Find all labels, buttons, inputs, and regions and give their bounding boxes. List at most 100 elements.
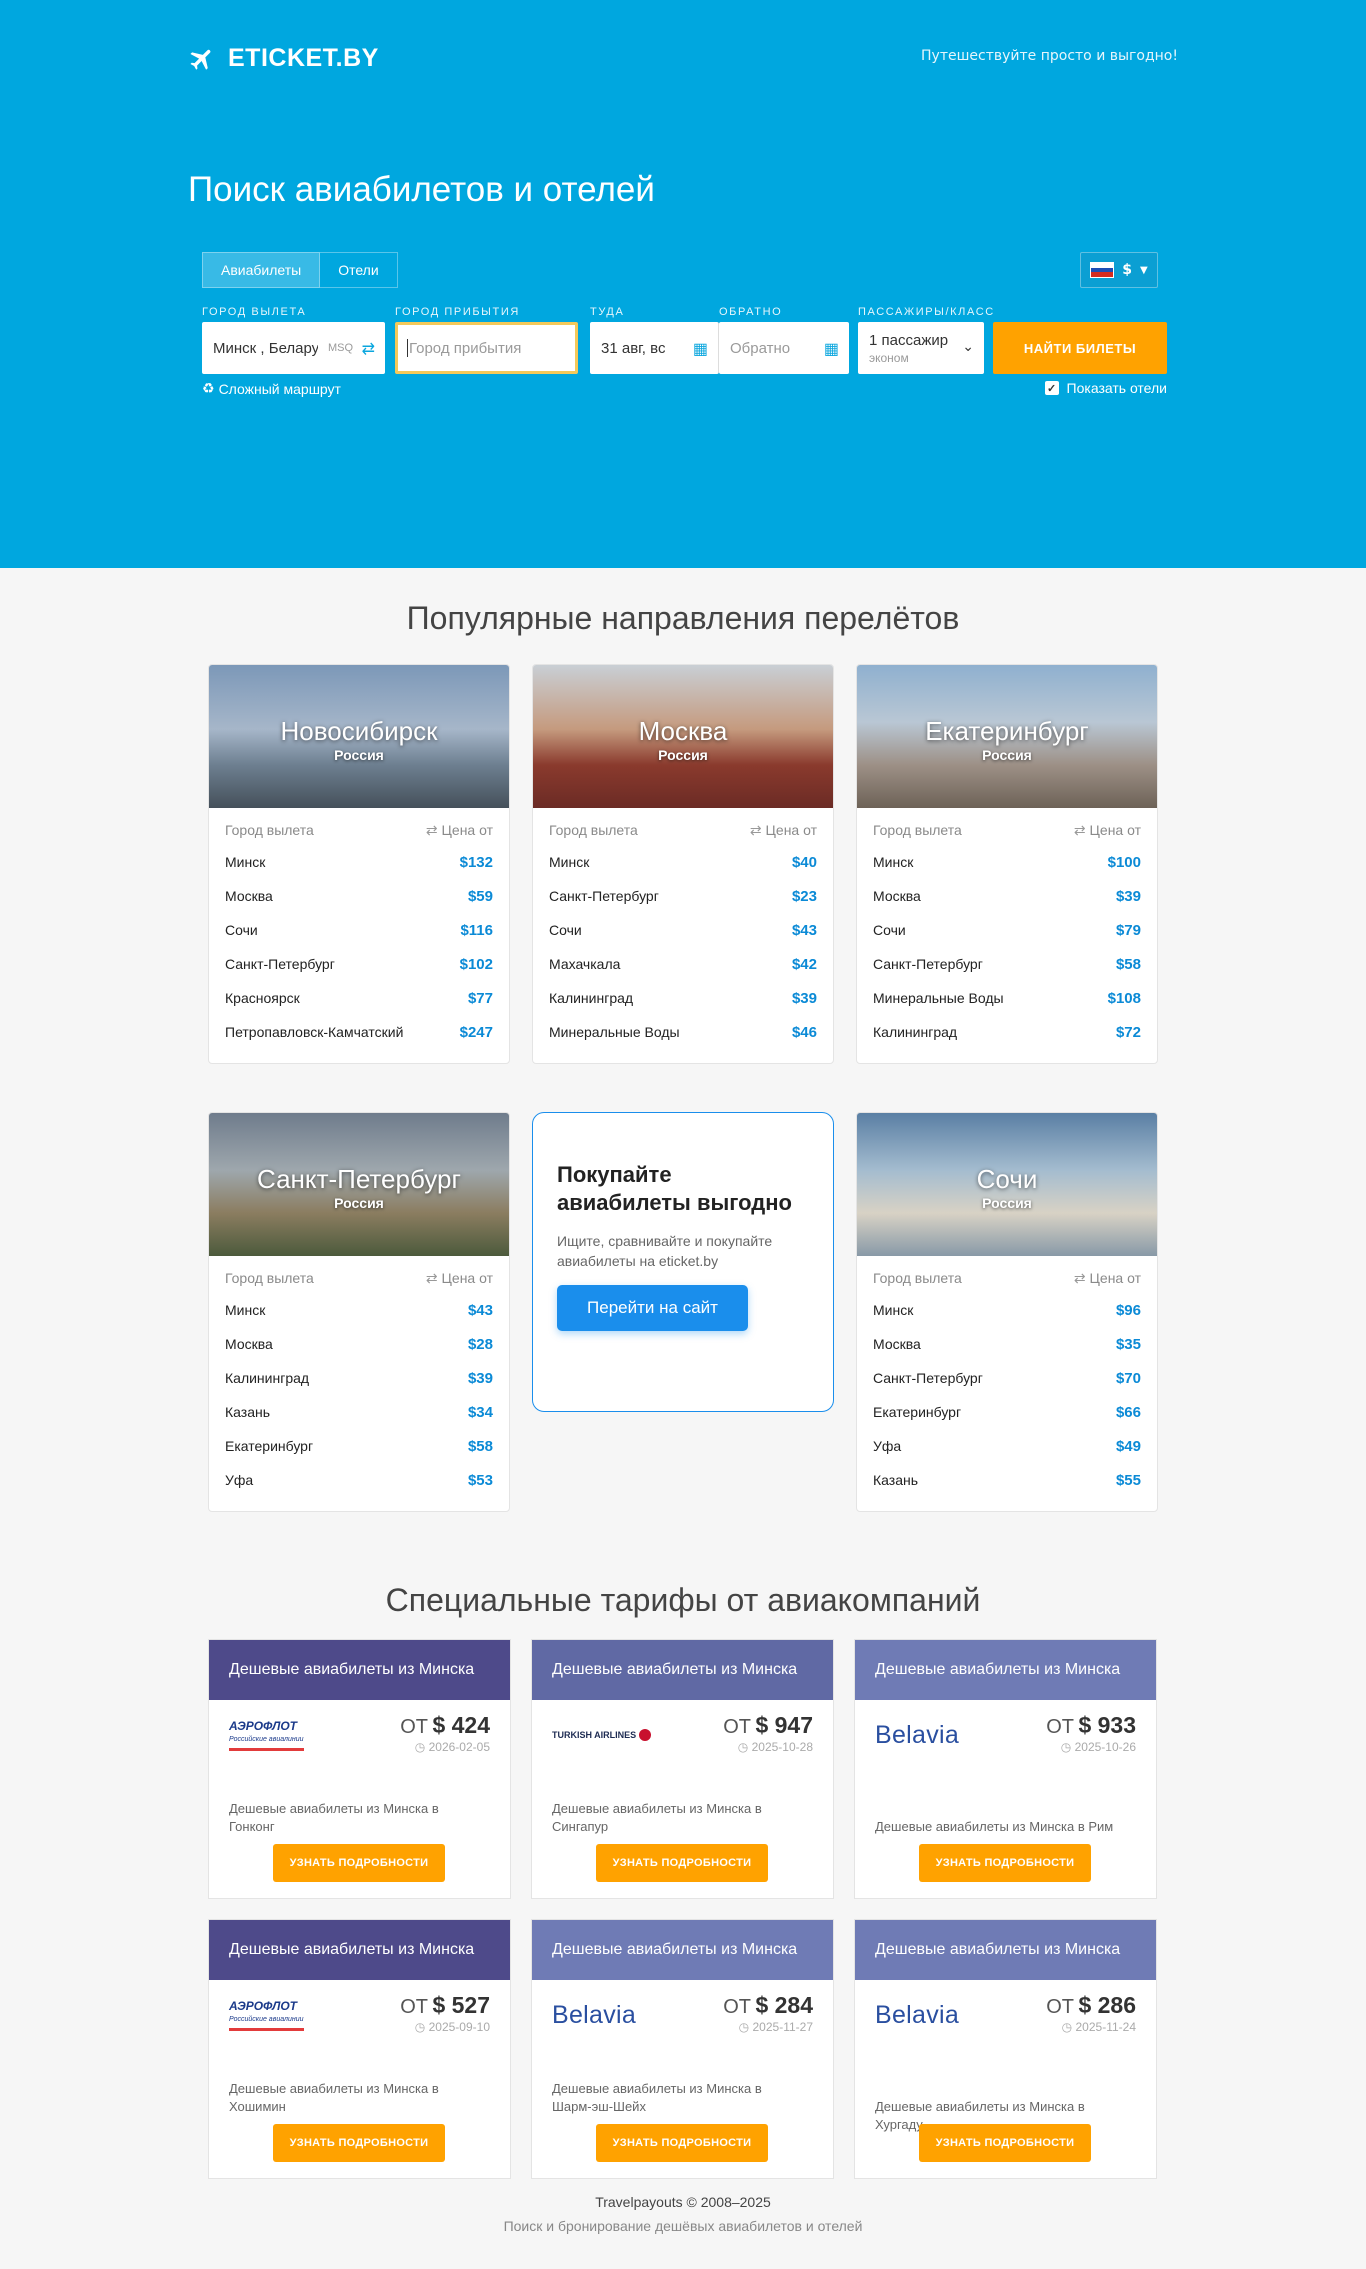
- tariff-card[interactable]: Дешевые авиабилеты из Минска Belavia ОТ …: [531, 1919, 834, 2179]
- details-button[interactable]: УЗНАТЬ ПОДРОБНОСТИ: [273, 1844, 445, 1882]
- route-price: $42: [791, 955, 817, 973]
- tab-flights[interactable]: Авиабилеты: [202, 252, 321, 288]
- destination-card[interactable]: Москва Россия Город вылета ⇄ Цена от Минс…: [532, 664, 834, 1064]
- price-from: ОТ: [1046, 1996, 1074, 2018]
- tariff-date: ◷ 2025-11-24: [1046, 2020, 1136, 2034]
- route-price: $39: [1115, 887, 1141, 905]
- origin-input[interactable]: Минск , Беларусь MSQ ⇄: [202, 322, 385, 374]
- currency-selector[interactable]: $ ▼: [1080, 252, 1158, 288]
- origin-city: Калининград: [225, 1370, 310, 1386]
- route-row[interactable]: Минеральные Воды $46: [533, 1015, 833, 1049]
- details-button[interactable]: УЗНАТЬ ПОДРОБНОСТИ: [273, 2124, 445, 2162]
- route-row[interactable]: Минск $100: [857, 845, 1157, 879]
- route-row[interactable]: Минск $43: [209, 1293, 509, 1327]
- details-button[interactable]: УЗНАТЬ ПОДРОБНОСТИ: [919, 1844, 1091, 1882]
- col-price-label: Цена от: [765, 822, 817, 838]
- tariff-card[interactable]: Дешевые авиабилеты из Минска Belavia ОТ …: [854, 1639, 1157, 1899]
- origin-city: Минеральные Воды: [549, 1024, 680, 1040]
- aeroflot-name: АЭРОФЛОТ: [229, 1999, 298, 2013]
- clock-icon: ◷: [738, 2020, 750, 2034]
- country-name: Россия: [334, 1195, 384, 1211]
- destination-card[interactable]: Екатеринбург Россия Город вылета ⇄ Цена о…: [856, 664, 1158, 1064]
- price-amount: $ 284: [755, 1992, 813, 2018]
- route-row[interactable]: Минск $132: [209, 845, 509, 879]
- tariff-price: ОТ $ 933 ◷ 2025-10-26: [1046, 1712, 1136, 1754]
- route-row[interactable]: Санкт-Петербург $70: [857, 1361, 1157, 1395]
- details-button[interactable]: УЗНАТЬ ПОДРОБНОСТИ: [596, 1844, 768, 1882]
- route-row[interactable]: Москва $59: [209, 879, 509, 913]
- card-header: Город вылета ⇄ Цена от: [209, 1256, 509, 1293]
- route-row[interactable]: Санкт-Петербург $102: [209, 947, 509, 981]
- swap-icon: ⇄: [1073, 822, 1086, 838]
- aeroflot-sub: Российские авиалинии: [229, 2016, 304, 2023]
- route-row[interactable]: Минеральные Воды $108: [857, 981, 1157, 1015]
- route-price: $70: [1115, 1369, 1141, 1387]
- city-name: Москва: [638, 716, 728, 746]
- route-row[interactable]: Калининград $39: [533, 981, 833, 1015]
- route-row[interactable]: Москва $28: [209, 1327, 509, 1361]
- route-price: $100: [1107, 853, 1141, 871]
- route-price: $28: [467, 1335, 493, 1353]
- route-row[interactable]: Москва $39: [857, 879, 1157, 913]
- tariff-card[interactable]: Дешевые авиабилеты из Минска АЭРОФЛОТ Рос…: [208, 1639, 511, 1899]
- swap-icon[interactable]: ⇄: [362, 339, 375, 359]
- col-price: ⇄ Цена от: [426, 822, 493, 839]
- route-row[interactable]: Санкт-Петербург $58: [857, 947, 1157, 981]
- origin-city: Казань: [225, 1404, 271, 1420]
- clock-icon: ◷: [1061, 2020, 1073, 2034]
- route-row[interactable]: Красноярск $77: [209, 981, 509, 1015]
- tariff-description: Дешевые авиабилеты из Минска в Рим: [875, 1819, 1114, 1834]
- route-price: $247: [459, 1023, 493, 1041]
- origin-city: Петропавловск-Камчатский: [225, 1024, 404, 1040]
- destination-input[interactable]: Город прибытия: [395, 322, 578, 374]
- route-row[interactable]: Сочи $43: [533, 913, 833, 947]
- return-date-input[interactable]: Обратно ▦: [719, 322, 849, 374]
- route-row[interactable]: Сочи $116: [209, 913, 509, 947]
- details-button[interactable]: УЗНАТЬ ПОДРОБНОСТИ: [596, 2124, 768, 2162]
- route-row[interactable]: Махачкала $42: [533, 947, 833, 981]
- col-price-label: Цена от: [441, 822, 493, 838]
- checkbox-checked-icon[interactable]: ✓: [1044, 381, 1059, 395]
- route-price: $79: [1115, 921, 1141, 939]
- depart-date-input[interactable]: 31 авг, вс ▦: [590, 322, 719, 374]
- route-row[interactable]: Казань $34: [209, 1395, 509, 1429]
- route-row[interactable]: Калининград $72: [857, 1015, 1157, 1049]
- tariff-card[interactable]: Дешевые авиабилеты из Минска TURKISH AIR…: [531, 1639, 834, 1899]
- details-button[interactable]: УЗНАТЬ ПОДРОБНОСТИ: [919, 2124, 1091, 2162]
- route-price: $34: [467, 1403, 493, 1421]
- go-to-site-button[interactable]: Перейти на сайт: [557, 1285, 748, 1331]
- complex-route-link[interactable]: ♻ Сложный маршрут: [202, 380, 341, 397]
- tariff-card[interactable]: Дешевые авиабилеты из Минска Belavia ОТ …: [854, 1919, 1157, 2179]
- country-name: Россия: [334, 747, 384, 763]
- route-row[interactable]: Екатеринбург $58: [209, 1429, 509, 1463]
- tab-hotels[interactable]: Отели: [320, 252, 398, 288]
- route-row[interactable]: Сочи $79: [857, 913, 1157, 947]
- route-row[interactable]: Санкт-Петербург $23: [533, 879, 833, 913]
- swap-icon: ⇄: [1073, 1270, 1086, 1286]
- route-row[interactable]: Калининград $39: [209, 1361, 509, 1395]
- route-row[interactable]: Минск $96: [857, 1293, 1157, 1327]
- destination-card[interactable]: Санкт-Петербург Россия Город вылета ⇄ Цен…: [208, 1112, 510, 1512]
- route-row[interactable]: Уфа $49: [857, 1429, 1157, 1463]
- destination-card[interactable]: Сочи Россия Город вылета ⇄ Цена от Минск $…: [856, 1112, 1158, 1512]
- col-price: ⇄ Цена от: [1074, 1270, 1141, 1287]
- route-row[interactable]: Екатеринбург $66: [857, 1395, 1157, 1429]
- passengers-class-select[interactable]: 1 пассажир эконом ⌄: [858, 322, 984, 374]
- search-tickets-button[interactable]: НАЙТИ БИЛЕТЫ: [993, 322, 1167, 374]
- origin-city: Москва: [873, 1336, 921, 1352]
- route-row[interactable]: Москва $35: [857, 1327, 1157, 1361]
- destination-card[interactable]: Новосибирск Россия Город вылета ⇄ Цена от…: [208, 664, 510, 1064]
- route-row[interactable]: Уфа $53: [209, 1463, 509, 1497]
- origin-city: Москва: [225, 888, 273, 904]
- route-row[interactable]: Петропавловск-Камчатский $247: [209, 1015, 509, 1049]
- site-logo[interactable]: ETICKET.BY: [188, 44, 379, 73]
- tariff-card[interactable]: Дешевые авиабилеты из Минска АЭРОФЛОТ Рос…: [208, 1919, 511, 2179]
- price-amount: $ 424: [432, 1712, 490, 1738]
- country-name: Россия: [982, 1195, 1032, 1211]
- route-row[interactable]: Казань $55: [857, 1463, 1157, 1497]
- route-price: $46: [791, 1023, 817, 1041]
- turkish-emblem-icon: [639, 1729, 652, 1741]
- city-image: Сочи Россия: [857, 1113, 1157, 1256]
- show-hotels-toggle[interactable]: ✓ Показать отели: [1044, 380, 1167, 396]
- route-row[interactable]: Минск $40: [533, 845, 833, 879]
